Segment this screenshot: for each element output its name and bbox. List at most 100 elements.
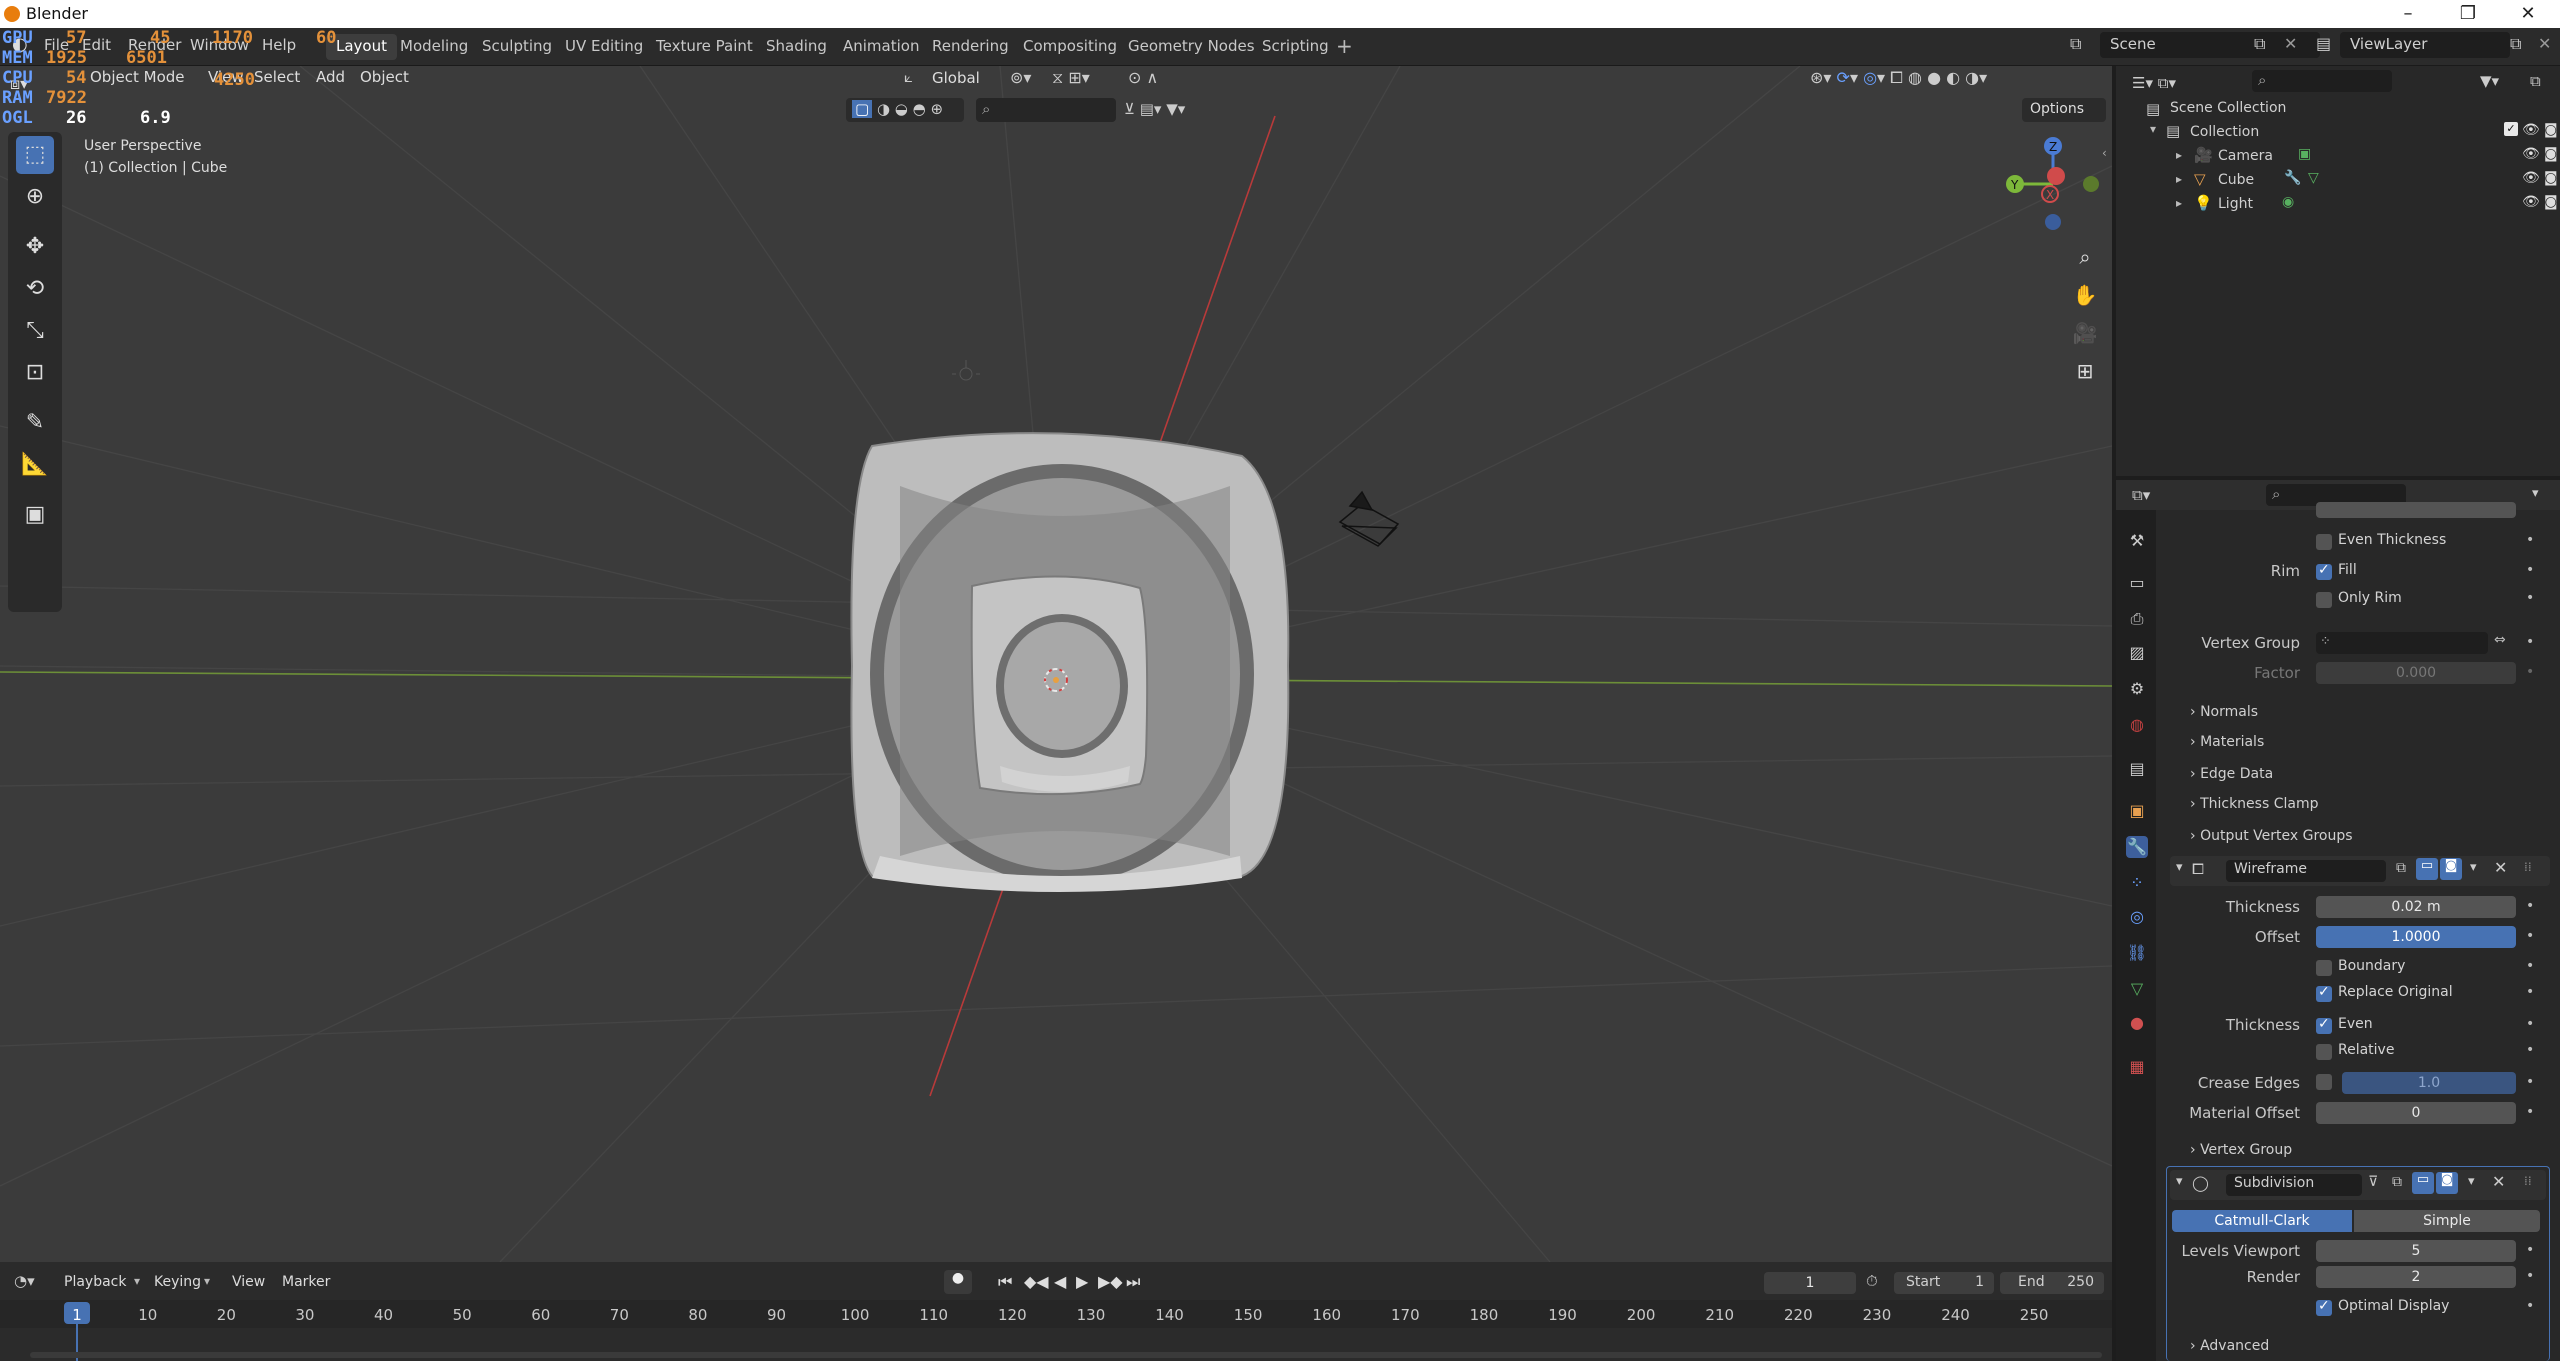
camera-data-icon[interactable]: ▣	[2298, 146, 2311, 162]
navigation-gizmo[interactable]: Z Y X	[1990, 132, 2100, 242]
crease-edges-checkbox[interactable]	[2316, 1074, 2332, 1090]
move-tool-icon[interactable]: ✥	[16, 228, 54, 266]
panel-thickness-clamp[interactable]: › Thickness Clamp	[2190, 796, 2318, 812]
even-thickness-checkbox[interactable]	[2316, 534, 2332, 550]
modifier-tab-icon[interactable]: 🔧	[2126, 836, 2148, 858]
outliner-item-light[interactable]: Light	[2218, 196, 2253, 212]
drag-handle-icon[interactable]: ⁞⁞	[2524, 1174, 2532, 1188]
expand-cube-icon[interactable]: ▸	[2176, 172, 2182, 186]
annotate-tool-icon[interactable]: ✎	[16, 404, 54, 442]
panel-vertex-group[interactable]: › Vertex Group	[2190, 1142, 2292, 1158]
data-tab-icon[interactable]: ▽	[2126, 978, 2148, 1000]
panel-edge-data[interactable]: › Edge Data	[2190, 766, 2273, 782]
overlay-icon[interactable]: ◎	[1863, 68, 1877, 87]
outliner-search-field[interactable]: ⌕	[2252, 70, 2392, 92]
keyframe-dot[interactable]: •	[2526, 1016, 2534, 1032]
menu-help[interactable]: Help	[262, 36, 296, 54]
camera-view-icon[interactable]: 🎥	[2068, 316, 2102, 350]
cube-render-icon[interactable]: ◙	[2544, 170, 2558, 186]
new-collection-icon[interactable]: ⧉	[2530, 72, 2541, 90]
new-viewlayer-icon[interactable]: ⧉	[2510, 34, 2521, 54]
viewport-shading-controls[interactable]: ⊛▾ ⟳▾ ◎▾ ⧠ ◍ ● ◐ ◑▾	[1810, 68, 1987, 88]
keyframe-dot[interactable]: •	[2526, 1268, 2534, 1284]
solidify-offset-field[interactable]	[2316, 502, 2516, 518]
add-workspace-icon[interactable]: +	[1336, 34, 1353, 58]
remove-modifier-icon[interactable]: ✕	[2494, 858, 2507, 877]
constraints-tab-icon[interactable]: ⛓	[2126, 942, 2148, 964]
keyframe-dot[interactable]: •	[2526, 898, 2534, 914]
keyframe-dot[interactable]: •	[2526, 634, 2534, 650]
simple-button[interactable]: Simple	[2354, 1210, 2540, 1232]
material-tab-icon[interactable]: ●	[2126, 1012, 2148, 1034]
collapse-icon[interactable]: ▾	[2176, 1174, 2183, 1189]
expand-collection-icon[interactable]: ▾	[2150, 122, 2156, 136]
cursor-tool-icon[interactable]: ⊕	[16, 178, 54, 216]
close-window-icon[interactable]: ✕	[2500, 0, 2556, 28]
zoom-icon[interactable]: ⌕	[2068, 240, 2102, 274]
collection-exclude-checkbox[interactable]: ✓	[2504, 122, 2518, 136]
keyframe-dot[interactable]: •	[2526, 562, 2534, 578]
view-layer-tab-icon[interactable]: ▨	[2126, 642, 2148, 664]
camera-render-icon[interactable]: ◙	[2544, 146, 2558, 162]
texture-tab-icon[interactable]: ▦	[2126, 1056, 2148, 1078]
drag-handle-icon[interactable]: ⁞⁞	[2524, 860, 2532, 874]
keyframe-dot[interactable]: •	[2526, 984, 2534, 1000]
snap-icon[interactable]: ⧖ ⊞▾	[1052, 68, 1090, 88]
keyframe-dot[interactable]: •	[2526, 664, 2534, 680]
thickness-field[interactable]: 0.02 m	[2316, 896, 2516, 918]
outliner-filter-icon[interactable]: ▼▾	[2480, 72, 2499, 90]
output-tab-icon[interactable]: ⎙	[2126, 608, 2148, 630]
remove-scene-icon[interactable]: ✕	[2284, 34, 2297, 53]
camera-visibility-icon[interactable]: 👁	[2522, 146, 2540, 162]
keyframe-dot[interactable]: •	[2526, 1074, 2534, 1090]
keyframe-dot[interactable]: •	[2526, 590, 2534, 606]
editmode-toggle-icon[interactable]: ⧉	[2396, 860, 2406, 876]
tab-animation[interactable]: Animation	[833, 34, 929, 60]
outliner-item-camera[interactable]: Camera	[2218, 148, 2273, 164]
tool-tab-icon[interactable]: ⚒	[2126, 530, 2148, 552]
tab-rendering[interactable]: Rendering	[922, 34, 1019, 60]
transform-orientation-dropdown[interactable]: Global	[932, 67, 996, 91]
material-offset-field[interactable]: 0	[2316, 1102, 2516, 1124]
tab-shading[interactable]: Shading	[756, 34, 837, 60]
modifier-menu-icon[interactable]: ▾	[2468, 1174, 2475, 1189]
perspective-toggle-icon[interactable]: ⊞	[2068, 354, 2102, 388]
collection-label[interactable]: Collection	[2190, 124, 2259, 140]
measure-tool-icon[interactable]: 📐	[16, 446, 54, 484]
light-visibility-icon[interactable]: 👁	[2522, 194, 2540, 210]
oncage-toggle-icon[interactable]: ⊽	[2368, 1174, 2378, 1190]
tab-texture-paint[interactable]: Texture Paint	[646, 34, 763, 60]
restore-icon[interactable]: ❐	[2440, 0, 2496, 28]
fill-checkbox[interactable]	[2316, 562, 2332, 580]
vertex-group-field[interactable]	[2316, 632, 2488, 654]
modifier-menu-icon[interactable]: ▾	[2470, 860, 2477, 875]
world-tab-icon[interactable]: ◍	[2126, 714, 2148, 736]
keyframe-dot[interactable]: •	[2526, 1104, 2534, 1120]
tab-sculpting[interactable]: Sculpting	[472, 34, 562, 60]
viewport-menu-select[interactable]: Select	[254, 68, 300, 86]
3d-viewport[interactable]: ⧈▾ Object Mode View Select Add Object ⟀ …	[0, 66, 2112, 1262]
mesh-data-icon[interactable]: ▽	[2308, 170, 2319, 186]
render-toggle-icon[interactable]: ◙	[2440, 858, 2462, 880]
tab-scripting[interactable]: Scripting	[1252, 34, 1339, 60]
scene-selector-icon[interactable]: ⧉	[2070, 34, 2094, 54]
select-box-icon[interactable]: ▢	[852, 100, 873, 118]
boundary-checkbox[interactable]	[2316, 960, 2332, 976]
expand-camera-icon[interactable]: ▸	[2176, 148, 2182, 162]
only-rim-checkbox[interactable]	[2316, 592, 2332, 608]
panel-advanced[interactable]: › Advanced	[2190, 1338, 2269, 1354]
tab-geometry-nodes[interactable]: Geometry Nodes	[1118, 34, 1265, 60]
tab-modeling[interactable]: Modeling	[390, 34, 478, 60]
viewlayer-field[interactable]: ViewLayer	[2340, 32, 2510, 58]
render-levels-field[interactable]: 2	[2316, 1266, 2516, 1288]
pivot-icon[interactable]: ⊚▾	[1010, 68, 1031, 87]
catmull-clark-button[interactable]: Catmull-Clark	[2172, 1210, 2352, 1232]
minimize-icon[interactable]: –	[2380, 0, 2436, 28]
sidebar-toggle-icon[interactable]: ‹	[2102, 146, 2107, 160]
viewport-menu-object[interactable]: Object	[360, 68, 409, 86]
visibility-filter-icon[interactable]: ⊻ ▤▾ ▼▾	[1124, 100, 1185, 118]
keyframe-dot[interactable]: •	[2526, 1242, 2534, 1258]
properties-options-icon[interactable]: ▾	[2532, 486, 2539, 501]
panel-output-vertex-groups[interactable]: › Output Vertex Groups	[2190, 828, 2353, 844]
collection-render-icon[interactable]: ◙	[2544, 122, 2558, 138]
